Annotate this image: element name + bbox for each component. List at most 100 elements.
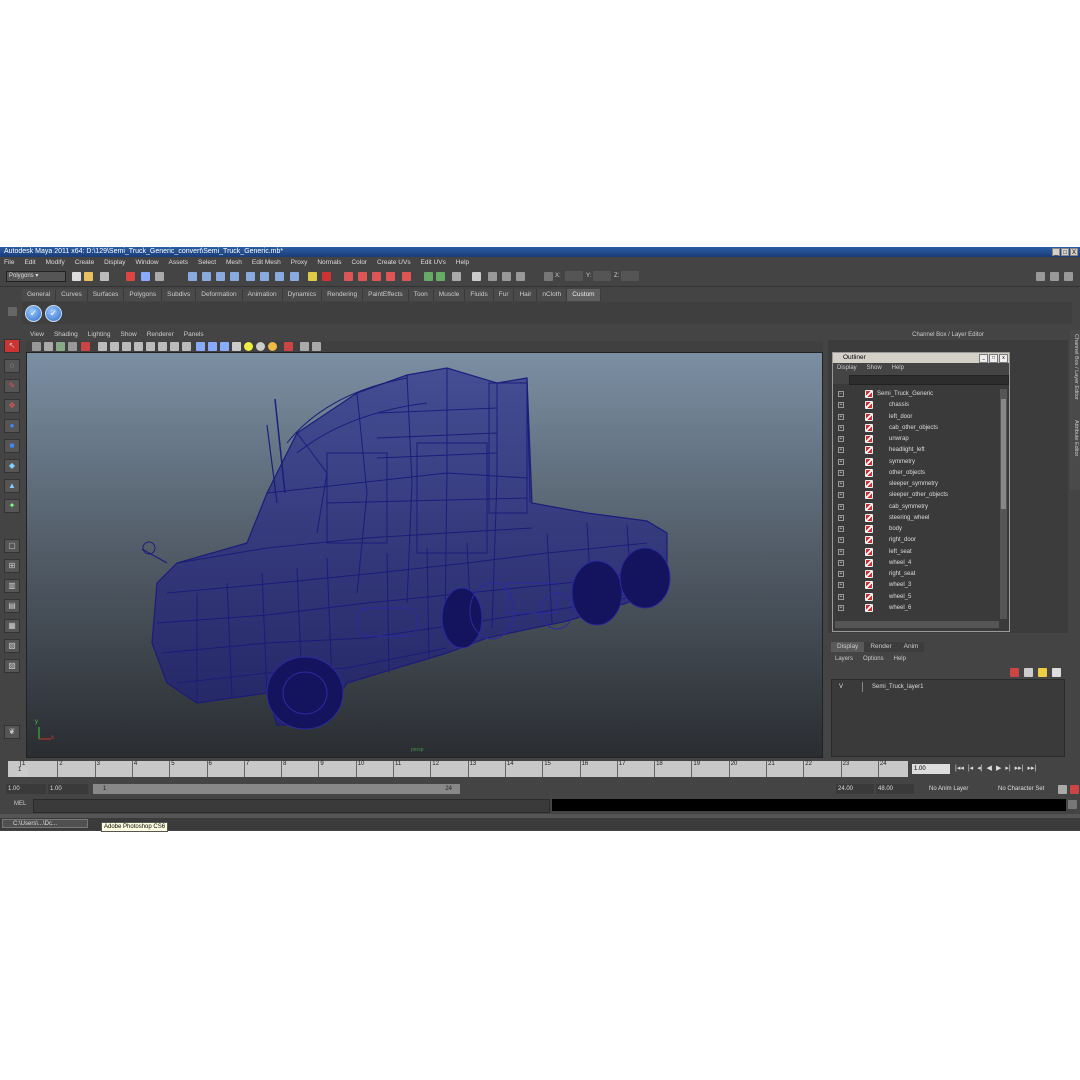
- menu-display[interactable]: Display: [100, 257, 129, 268]
- close-button[interactable]: X: [1070, 248, 1078, 256]
- show-channel-box-icon[interactable]: [472, 272, 481, 281]
- shelf-menu-icon[interactable]: [8, 307, 17, 316]
- menu-edit-uvs[interactable]: Edit UVs: [417, 257, 450, 268]
- move-tool-icon[interactable]: ✥: [4, 399, 20, 413]
- two-d-pan-icon[interactable]: [81, 342, 90, 351]
- xray-joints-icon[interactable]: [300, 342, 309, 351]
- expand-icon[interactable]: +: [838, 503, 844, 510]
- render-settings-icon[interactable]: [358, 272, 367, 281]
- panel-menu-renderer[interactable]: Renderer: [143, 330, 178, 340]
- outliner-menu-help[interactable]: Help: [888, 363, 908, 374]
- toggle-attribute-icon[interactable]: [1050, 272, 1059, 281]
- panel-menu-shading[interactable]: Shading: [50, 330, 82, 340]
- menu-color[interactable]: Color: [347, 257, 371, 268]
- persp-graph-layout-icon[interactable]: ▤: [4, 599, 20, 613]
- snap-curve-icon[interactable]: [202, 272, 211, 281]
- safe-action-icon[interactable]: [158, 342, 167, 351]
- snap-live-icon[interactable]: [246, 272, 255, 281]
- expand-icon[interactable]: +: [838, 447, 844, 454]
- outliner-maximize-button[interactable]: □: [989, 354, 998, 363]
- menu-edit[interactable]: Edit: [20, 257, 39, 268]
- outliner-item[interactable]: + wheel_6: [835, 603, 999, 614]
- four-view-layout-icon[interactable]: ⊞: [4, 559, 20, 573]
- shelf-tab-dynamics[interactable]: Dynamics: [282, 289, 323, 301]
- menu-file[interactable]: File: [0, 257, 18, 268]
- layer-row[interactable]: V Semi_Truck_layer1: [834, 682, 1060, 692]
- outliner-menu-display[interactable]: Display: [833, 363, 861, 374]
- paint-select-icon[interactable]: ✎: [4, 379, 20, 393]
- menu-normals[interactable]: Normals: [313, 257, 345, 268]
- checkmark-icon[interactable]: ✓: [45, 305, 62, 322]
- outliner-item[interactable]: + other_objects: [835, 468, 999, 479]
- outliner-item[interactable]: + wheel_4: [835, 558, 999, 569]
- shelf-tab-hair[interactable]: Hair: [514, 289, 538, 301]
- menu-modify[interactable]: Modify: [42, 257, 69, 268]
- shelf-tab-toon[interactable]: Toon: [408, 289, 434, 301]
- panel-menu-show[interactable]: Show: [116, 330, 140, 340]
- x-field[interactable]: [565, 271, 583, 281]
- layer-visibility-toggle[interactable]: V: [839, 682, 843, 692]
- panel-menu-panels[interactable]: Panels: [180, 330, 208, 340]
- outliner-item[interactable]: + right_door: [835, 535, 999, 546]
- show-modeling-toolkit-icon[interactable]: [424, 272, 433, 281]
- outliner-item[interactable]: + left_door: [835, 412, 999, 423]
- layer-options-icon[interactable]: [1038, 668, 1047, 677]
- camera-select-icon[interactable]: [32, 342, 41, 351]
- menu-create[interactable]: Create: [71, 257, 99, 268]
- outliner-item[interactable]: + cab_other_objects: [835, 423, 999, 434]
- expand-icon[interactable]: +: [838, 481, 844, 487]
- outliner-close-button[interactable]: x: [999, 354, 1008, 363]
- output-ops-icon[interactable]: [290, 272, 299, 281]
- panel-menu-view[interactable]: View: [26, 330, 48, 340]
- select-hierarchy-icon[interactable]: [126, 272, 135, 281]
- menu-create-uvs[interactable]: Create UVs: [373, 257, 415, 268]
- menu-window[interactable]: Window: [131, 257, 162, 268]
- animation-start-field[interactable]: 1.00: [6, 784, 46, 794]
- custom-layout-icon[interactable]: ▨: [4, 659, 20, 673]
- expand-icon[interactable]: +: [838, 514, 844, 521]
- persp-graph-hypergraph-icon[interactable]: ▧: [4, 639, 20, 653]
- side-tab-channel-box[interactable]: Channel Box / Layer Editor: [1071, 334, 1079, 400]
- expand-icon[interactable]: +: [838, 458, 844, 465]
- expand-icon[interactable]: +: [838, 413, 844, 420]
- animation-end-field[interactable]: 48.00: [876, 784, 914, 794]
- expand-icon[interactable]: +: [838, 593, 844, 600]
- playback-start-field[interactable]: 1.00: [48, 784, 88, 794]
- xray-icon[interactable]: [284, 342, 293, 351]
- outliner-horizontal-scrollbar[interactable]: [835, 621, 999, 628]
- image-plane-icon[interactable]: [68, 342, 77, 351]
- layer-move-icon[interactable]: [1052, 668, 1061, 677]
- menu-proxy[interactable]: Proxy: [287, 257, 312, 268]
- grid-icon[interactable]: [98, 342, 107, 351]
- step-forward-frame-icon[interactable]: ▸|: [1005, 764, 1010, 772]
- all-lights-icon[interactable]: [256, 342, 265, 351]
- show-manip-icon[interactable]: ✦: [4, 499, 20, 513]
- outliner-item[interactable]: + chassis: [835, 400, 999, 411]
- snap-view-icon[interactable]: [230, 272, 239, 281]
- input-ops-icon[interactable]: [275, 272, 284, 281]
- outliner-item[interactable]: + right_seat: [835, 569, 999, 580]
- menu-help[interactable]: Help: [452, 257, 473, 268]
- save-scene-icon[interactable]: [100, 272, 109, 281]
- camera-attributes-icon[interactable]: [44, 342, 53, 351]
- default-light-icon[interactable]: [244, 342, 253, 351]
- cheetah-icon[interactable]: ❦: [4, 725, 20, 739]
- expand-icon[interactable]: +: [838, 548, 844, 555]
- render-layer-icon[interactable]: [402, 272, 411, 281]
- script-editor-icon[interactable]: [1068, 800, 1077, 809]
- wireframe-icon[interactable]: [196, 342, 205, 351]
- expand-icon[interactable]: +: [838, 537, 844, 544]
- snap-icon[interactable]: [502, 272, 511, 281]
- resolution-gate-icon[interactable]: [122, 342, 131, 351]
- shelf-tab-rendering[interactable]: Rendering: [322, 289, 364, 301]
- outliner-item[interactable]: + cab_symmetry: [835, 502, 999, 513]
- menu-mesh[interactable]: Mesh: [222, 257, 246, 268]
- character-set-dropdown[interactable]: No Character Set: [996, 784, 1054, 794]
- shelf-tab-surfaces[interactable]: Surfaces: [87, 289, 125, 301]
- soft-mod-icon[interactable]: ▲: [4, 479, 20, 493]
- script-language-label[interactable]: MEL: [14, 801, 26, 807]
- shelf-tab-muscle[interactable]: Muscle: [433, 289, 466, 301]
- preferences-icon[interactable]: [1070, 785, 1079, 794]
- expand-icon[interactable]: +: [838, 604, 844, 611]
- z-field[interactable]: [621, 271, 639, 281]
